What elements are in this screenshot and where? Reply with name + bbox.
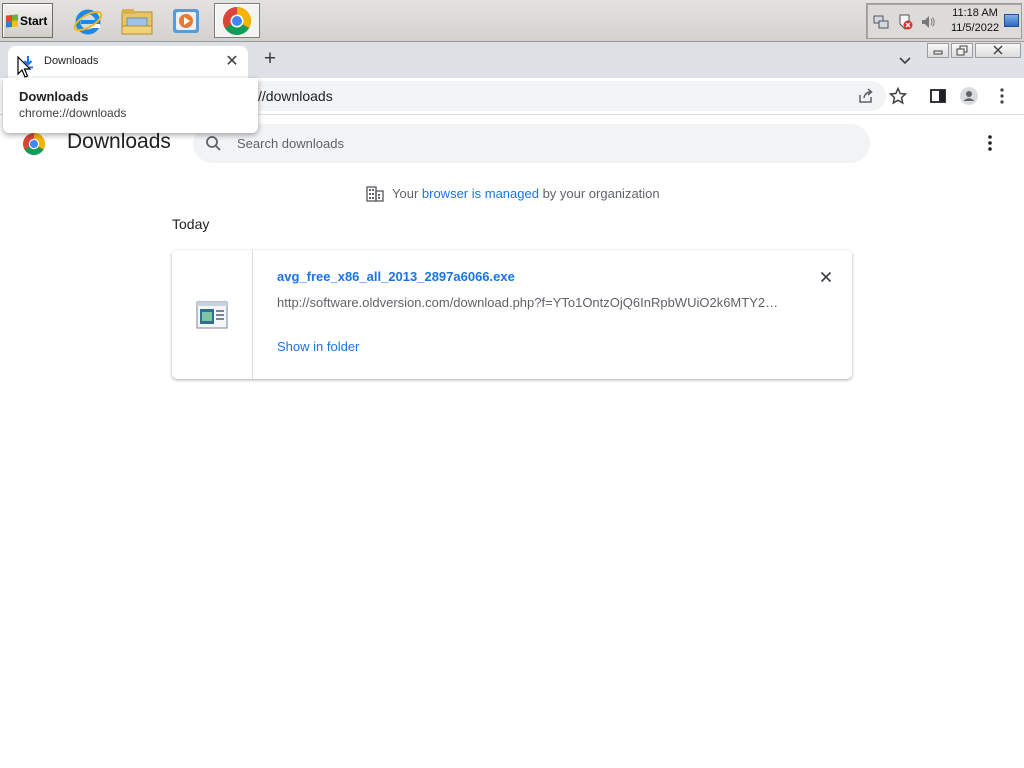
tab-downloads[interactable]: Downloads ✕ (8, 46, 248, 78)
clock-date: 11/5/2022 (950, 22, 1000, 34)
side-panel-icon[interactable] (928, 86, 948, 106)
chrome-icon (223, 6, 251, 35)
volume-icon[interactable] (920, 14, 936, 30)
folder-icon (121, 8, 153, 34)
taskbar-media-player[interactable] (166, 3, 206, 38)
download-source-url[interactable]: http://software.oldversion.com/download.… (277, 295, 787, 310)
windows-flag-icon (6, 13, 18, 28)
tab-search-chevron-icon[interactable] (895, 50, 915, 70)
tab-strip: Downloads ✕ + (0, 42, 1024, 78)
tab-close-button[interactable]: ✕ (223, 53, 241, 71)
minimize-icon (933, 50, 943, 55)
taskbar-internet-explorer[interactable] (68, 3, 108, 38)
managed-prefix: Your (392, 185, 422, 201)
profile-avatar-icon[interactable] (959, 86, 979, 106)
windows-taskbar: Start 11:18 AM 11/5/2022 (0, 0, 1024, 42)
hover-card-url: chrome://downloads (19, 106, 127, 120)
restore-icon (956, 45, 968, 56)
tab-title: Downloads (44, 55, 99, 67)
managed-suffix: by your organization (538, 185, 660, 201)
show-in-folder-link[interactable]: Show in folder (277, 339, 359, 354)
page-title: Downloads (67, 130, 171, 153)
system-tray: 11:18 AM 11/5/2022 (866, 3, 1022, 39)
download-file-icon-area (172, 250, 253, 379)
chrome-logo-icon (23, 133, 45, 155)
hover-card-title: Downloads (19, 89, 89, 104)
action-center-warning-icon[interactable] (897, 14, 913, 30)
internet-explorer-icon (73, 9, 103, 34)
search-input[interactable] (237, 133, 837, 153)
close-window-button[interactable] (975, 43, 1021, 58)
close-icon (993, 45, 1003, 55)
address-bar-text: //downloads (258, 88, 333, 104)
system-clock[interactable]: 11:18 AM 11/5/2022 (947, 6, 1003, 36)
taskbar-chrome[interactable] (214, 3, 260, 38)
building-icon (366, 185, 384, 202)
address-bar[interactable]: //downloads (236, 81, 886, 111)
minimize-button[interactable] (927, 43, 949, 58)
search-downloads[interactable] (193, 124, 870, 163)
date-section-label: Today (172, 216, 210, 232)
download-file-name[interactable]: avg_free_x86_all_2013_2897a6066.exe (277, 269, 515, 284)
restore-button[interactable] (951, 43, 973, 58)
start-button[interactable]: Start (2, 3, 53, 38)
remove-download-close-icon[interactable] (817, 268, 835, 286)
new-tab-button[interactable]: + (258, 48, 282, 72)
bookmark-star-icon[interactable] (888, 86, 908, 106)
clock-time: 11:18 AM (952, 7, 998, 19)
search-icon (206, 136, 221, 151)
tab-hover-card: Downloads chrome://downloads (3, 78, 258, 133)
managed-notice: Your browser is managed by your organiza… (366, 184, 660, 202)
window-controls (927, 43, 1023, 59)
media-player-icon (173, 8, 199, 33)
download-item: avg_free_x86_all_2013_2897a6066.exe http… (172, 250, 852, 379)
mouse-cursor-icon (17, 56, 32, 78)
taskbar-file-explorer[interactable] (117, 3, 157, 38)
share-icon[interactable] (856, 86, 876, 106)
chrome-menu-icon[interactable] (992, 86, 1012, 106)
show-desktop-button[interactable] (1004, 14, 1019, 27)
executable-file-icon (196, 301, 228, 329)
network-icon[interactable] (873, 14, 889, 30)
start-label: Start (20, 13, 48, 28)
more-actions-icon[interactable] (980, 132, 1000, 154)
managed-link[interactable]: browser is managed (422, 186, 539, 201)
